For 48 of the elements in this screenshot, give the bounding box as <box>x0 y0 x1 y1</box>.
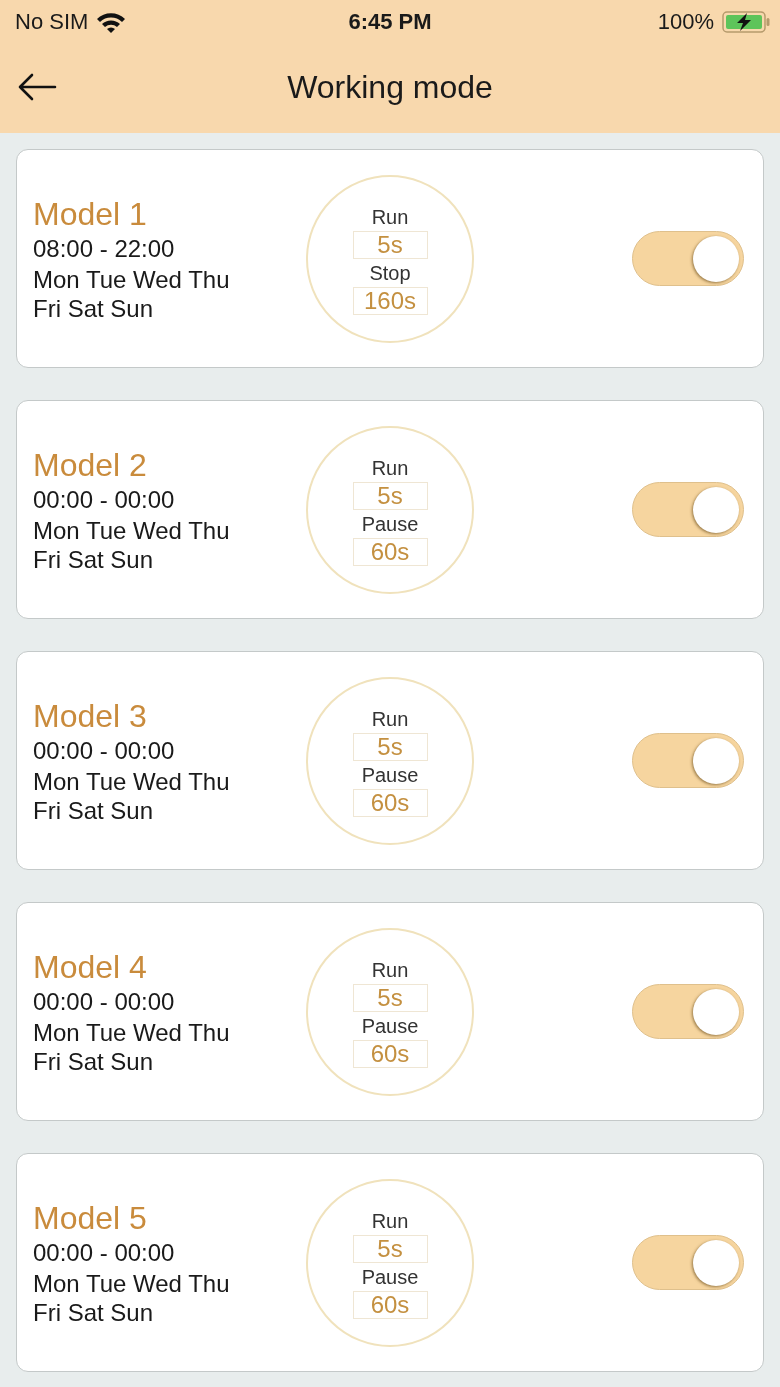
battery-charging-icon <box>722 11 770 33</box>
run-label: Run <box>371 455 409 481</box>
run-label: Run <box>371 706 409 732</box>
weekdays-text: Mon Tue Wed Thu Fri Sat Sun <box>33 1268 231 1327</box>
weekdays-text: Mon Tue Wed Thu Fri Sat Sun <box>33 264 231 323</box>
mode-name: Model 2 <box>33 445 147 484</box>
mode-name: Model 1 <box>33 194 147 233</box>
mode-name: Model 5 <box>33 1198 147 1237</box>
mode-card[interactable]: Model 1 08:00 - 22:00 Mon Tue Wed Thu Fri Sat Sun Run 5s Stop 160s <box>16 149 764 368</box>
carrier-label: No SIM <box>15 9 89 35</box>
back-arrow-icon <box>17 72 57 101</box>
duration-field: 5s <box>352 732 428 761</box>
rest-label: Pause <box>361 511 419 537</box>
duration-field: 5s <box>352 481 428 510</box>
time-range: 00:00 - 00:00 <box>33 484 175 515</box>
duration-field: 60s <box>352 1290 428 1319</box>
duration-field: 60s <box>352 537 428 566</box>
run-label: Run <box>371 957 409 983</box>
run-label: Run <box>371 204 409 230</box>
duration-field: 5s <box>352 983 428 1012</box>
duration-field: 60s <box>352 1039 428 1068</box>
rest-label: Stop <box>369 260 411 286</box>
battery-percent: 100% <box>657 9 714 35</box>
mode-card[interactable]: Model 2 00:00 - 00:00 Mon Tue Wed Thu Fri Sat Sun Run 5s Pause 60s <box>16 400 764 619</box>
duration-field: 5s <box>352 230 428 259</box>
run-label: Run <box>371 1208 409 1234</box>
time-range: 00:00 - 00:00 <box>33 735 175 766</box>
mode-name: Model 4 <box>33 947 147 986</box>
time-range: 08:00 - 22:00 <box>33 233 175 264</box>
back-button[interactable] <box>17 72 57 101</box>
page-title: Working mode <box>286 67 494 107</box>
rest-label: Pause <box>361 762 419 788</box>
wifi-icon <box>96 11 127 33</box>
duration-field: 160s <box>352 286 428 315</box>
mode-name: Model 3 <box>33 696 147 735</box>
mode-card[interactable]: Model 4 00:00 - 00:00 Mon Tue Wed Thu Fri Sat Sun Run 5s Pause 60s <box>16 902 764 1121</box>
clock-time: 6:45 PM <box>348 9 432 35</box>
duration-field: 60s <box>352 788 428 817</box>
weekdays-text: Mon Tue Wed Thu Fri Sat Sun <box>33 1017 231 1076</box>
rest-label: Pause <box>361 1264 419 1290</box>
rest-label: Pause <box>361 1013 419 1039</box>
time-range: 00:00 - 00:00 <box>33 986 175 1017</box>
mode-card[interactable]: Model 5 00:00 - 00:00 Mon Tue Wed Thu Fri Sat Sun Run 5s Pause 60s <box>16 1153 764 1372</box>
duration-field: 5s <box>352 1234 428 1263</box>
mode-card[interactable]: Model 3 00:00 - 00:00 Mon Tue Wed Thu Fri Sat Sun Run 5s Pause 60s <box>16 651 764 870</box>
weekdays-text: Mon Tue Wed Thu Fri Sat Sun <box>33 766 231 825</box>
time-range: 00:00 - 00:00 <box>33 1237 175 1268</box>
weekdays-text: Mon Tue Wed Thu Fri Sat Sun <box>33 515 231 574</box>
